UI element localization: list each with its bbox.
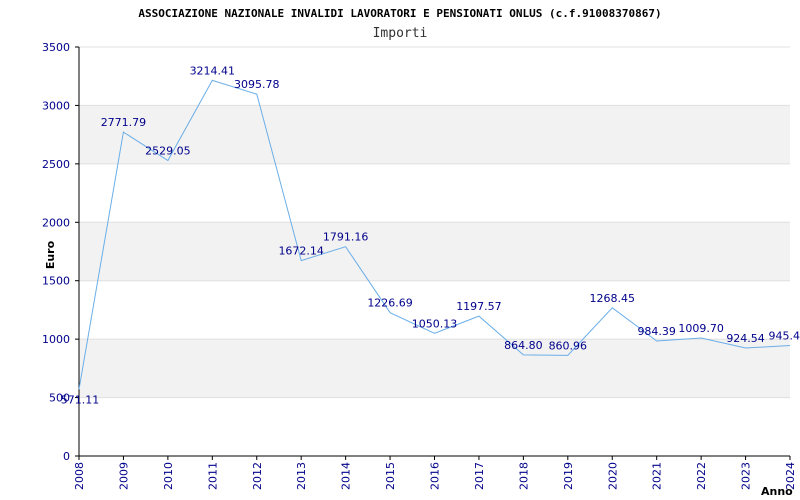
data-label: 1050.13 — [412, 317, 458, 330]
data-label: 1791.16 — [323, 231, 369, 244]
y-tick-label: 2500 — [42, 158, 70, 171]
grid-band — [79, 397, 790, 456]
data-label: 945.4 — [769, 330, 800, 343]
data-label: 1009.70 — [678, 322, 724, 335]
x-tick-label: 2021 — [651, 462, 664, 490]
y-tick-label: 3500 — [42, 41, 70, 54]
x-tick-label: 2016 — [429, 462, 442, 490]
x-axis-ticks: 2008 2009 2010 2011 2012 2013 2014 2015 2016 2017… — [73, 456, 797, 490]
x-tick-label: 2015 — [384, 462, 397, 490]
data-label: 2771.79 — [101, 116, 147, 129]
data-label: 2529.05 — [145, 144, 191, 157]
data-label: 1268.45 — [590, 292, 636, 305]
x-tick-label: 2013 — [295, 462, 308, 490]
chart-subtitle: Importi — [373, 26, 428, 41]
x-tick-label: 2019 — [562, 462, 575, 490]
data-label: 3095.78 — [234, 78, 280, 91]
x-tick-label: 2012 — [251, 462, 264, 490]
x-axis-label: Anno — [761, 485, 793, 498]
x-tick-label: 2020 — [606, 462, 619, 490]
y-tick-label: 0 — [63, 450, 70, 463]
x-tick-label: 2017 — [473, 462, 486, 490]
x-tick-label: 2023 — [740, 462, 753, 490]
data-label: 571.11 — [61, 393, 100, 406]
chart-title: ASSOCIAZIONE NAZIONALE INVALIDI LAVORATO… — [138, 7, 661, 20]
data-label: 984.39 — [637, 325, 676, 338]
data-label: 1672.14 — [278, 245, 324, 258]
data-label: 1226.69 — [367, 297, 413, 310]
data-label: 3214.41 — [190, 64, 236, 77]
grid-band — [79, 163, 790, 223]
y-tick-label: 3000 — [42, 99, 70, 112]
x-tick-label: 2018 — [517, 462, 530, 490]
grid-band — [79, 339, 790, 398]
x-tick-label: 2008 — [73, 462, 86, 490]
data-label: 864.80 — [504, 339, 543, 352]
data-label: 1197.57 — [456, 300, 502, 313]
grid-band — [79, 222, 790, 281]
data-label: 860.96 — [549, 339, 588, 352]
data-label: 924.54 — [726, 332, 765, 345]
x-tick-label: 2022 — [695, 462, 708, 490]
y-tick-label: 2000 — [42, 216, 70, 229]
x-tick-label: 2010 — [162, 462, 175, 490]
x-tick-label: 2011 — [206, 462, 219, 490]
y-tick-label: 1000 — [42, 333, 70, 346]
y-tick-label: 1500 — [42, 275, 70, 288]
grid-band — [79, 47, 790, 106]
y-axis-label: Euro — [44, 240, 57, 269]
grid-bands — [79, 46, 790, 457]
x-tick-label: 2014 — [340, 462, 353, 490]
chart-svg: ASSOCIAZIONE NAZIONALE INVALIDI LAVORATO… — [42, 7, 800, 498]
x-tick-label: 2009 — [117, 462, 130, 490]
